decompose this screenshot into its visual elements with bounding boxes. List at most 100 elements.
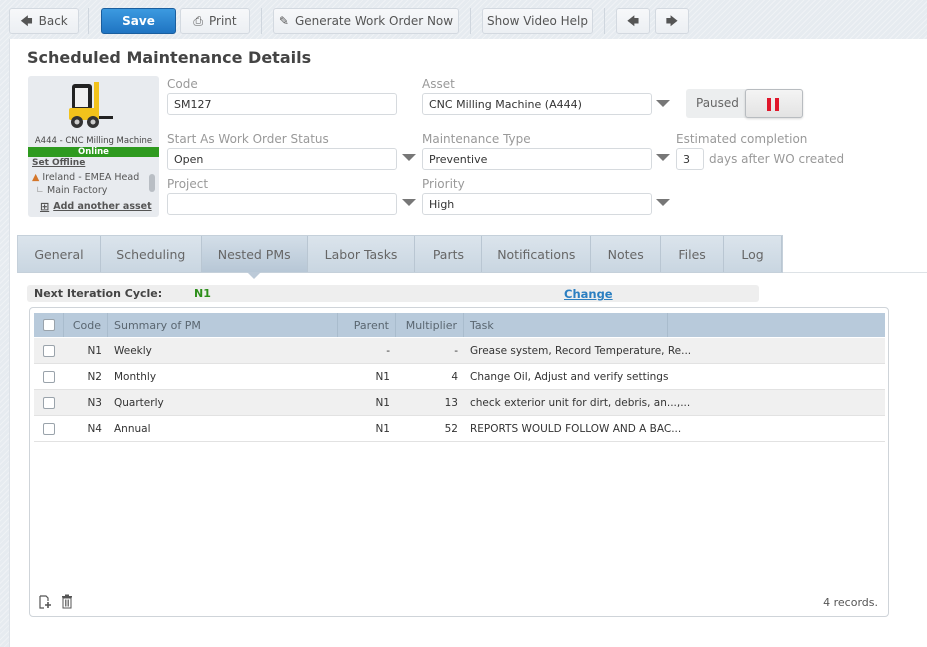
column-header-summary[interactable]: Summary of PM: [108, 313, 338, 337]
asset-location: ▲ Ireland - EMEA Head: [32, 172, 140, 183]
column-header-code[interactable]: Code: [64, 313, 108, 337]
pause-button[interactable]: [745, 89, 803, 118]
tree-branch-icon: ∟: [36, 185, 44, 196]
toolbar-divider: [88, 8, 89, 34]
start-status-label: Start As Work Order Status: [167, 132, 329, 146]
column-header-multiplier[interactable]: Multiplier: [396, 313, 464, 337]
generate-work-order-button[interactable]: ✎ Generate Work Order Now: [273, 8, 459, 34]
cell-code: N2: [87, 370, 102, 383]
table-row[interactable]: N1 Weekly - - Grease system, Record Temp…: [34, 338, 885, 364]
table-row[interactable]: N3 Quarterly N1 13 check exterior unit f…: [34, 390, 885, 416]
page-title: Scheduled Maintenance Details: [27, 48, 312, 67]
priority-label: Priority: [422, 177, 465, 191]
save-button[interactable]: Save: [101, 8, 176, 34]
next-iteration-value: N1: [194, 287, 211, 300]
cell-code: N1: [87, 344, 102, 357]
estimated-days-input[interactable]: 3: [676, 148, 704, 170]
add-row-icon[interactable]: [38, 595, 52, 609]
table-row[interactable]: N4 Annual N1 52 REPORTS WOULD FOLLOW AND…: [34, 416, 885, 442]
start-status-select[interactable]: Open: [167, 148, 397, 170]
cell-parent: -: [386, 344, 390, 357]
project-select[interactable]: [167, 193, 397, 215]
main-panel: Scheduled Maintenance Details A444 - CNC…: [9, 39, 927, 647]
start-status-dropdown-icon[interactable]: [402, 154, 416, 161]
next-iteration-bar: Next Iteration Cycle: N1 Change: [27, 285, 759, 302]
maintenance-type-dropdown-icon[interactable]: [656, 154, 670, 161]
cell-task: REPORTS WOULD FOLLOW AND A BAC...: [470, 422, 682, 435]
cell-task: Change Oil, Adjust and verify settings: [470, 370, 669, 383]
cell-parent: N1: [375, 422, 390, 435]
row-checkbox[interactable]: [43, 422, 55, 435]
toolbar-divider: [470, 8, 471, 34]
priority-dropdown-icon[interactable]: [656, 199, 670, 206]
tab-notes[interactable]: Notes: [591, 236, 662, 272]
cell-task: check exterior unit for dirt, debris, an…: [470, 396, 691, 409]
records-count: 4 records.: [823, 596, 878, 609]
select-all-cell: [34, 313, 64, 337]
show-video-help-button[interactable]: Show Video Help: [482, 8, 593, 34]
set-offline-link[interactable]: Set Offline: [32, 158, 85, 168]
tab-parts[interactable]: Parts: [415, 236, 483, 272]
cell-parent: N1: [375, 370, 390, 383]
select-all-checkbox[interactable]: [42, 319, 55, 331]
table-row[interactable]: N2 Monthly N1 4 Change Oil, Adjust and v…: [34, 364, 885, 390]
pause-toggle[interactable]: Paused: [686, 89, 803, 118]
add-document-icon: ⊞: [40, 200, 50, 213]
tab-bar: General Scheduling Nested PMs Labor Task…: [17, 235, 783, 279]
cell-code: N3: [87, 396, 102, 409]
delete-icon[interactable]: [61, 594, 73, 609]
column-header-parent[interactable]: Parent: [338, 313, 396, 337]
cell-task: Grease system, Record Temperature, Re...: [470, 344, 692, 357]
pause-icon: [767, 98, 771, 111]
row-checkbox[interactable]: [43, 344, 55, 357]
next-iteration-label: Next Iteration Cycle:: [34, 287, 163, 300]
priority-select[interactable]: High: [422, 193, 652, 215]
print-button[interactable]: ⎙ Print: [180, 8, 250, 34]
asset-sublocation: ∟ Main Factory: [36, 185, 108, 196]
tab-divider: [783, 272, 927, 273]
cell-summary: Weekly: [114, 344, 152, 357]
project-label: Project: [167, 177, 209, 191]
add-another-asset-link[interactable]: ⊞ Add another asset: [40, 200, 152, 213]
change-iteration-link[interactable]: Change: [564, 287, 613, 301]
asset-status-badge: Online: [28, 147, 159, 157]
location-tree-icon: ▲: [32, 172, 40, 183]
code-label: Code: [167, 77, 198, 91]
project-dropdown-icon[interactable]: [402, 199, 416, 206]
arrow-left-icon: 🡄: [626, 14, 640, 28]
tab-files[interactable]: Files: [661, 236, 725, 272]
maintenance-type-label: Maintenance Type: [422, 132, 531, 146]
grid-header: Code Summary of PM Parent Multiplier Tas…: [34, 313, 885, 337]
tab-labor-tasks[interactable]: Labor Tasks: [308, 236, 416, 272]
tab-scheduling[interactable]: Scheduling: [101, 236, 202, 272]
previous-record-button[interactable]: 🡄: [616, 8, 650, 34]
back-button[interactable]: 🡄 Back: [9, 8, 79, 34]
next-record-button[interactable]: 🡆: [655, 8, 689, 34]
arrow-left-icon: 🡄: [20, 14, 33, 28]
asset-card: A444 - CNC Milling Machine Online Set Of…: [28, 76, 159, 217]
tab-general[interactable]: General: [18, 236, 101, 272]
asset-name: A444 - CNC Milling Machine: [34, 136, 153, 146]
code-input[interactable]: SM127: [167, 93, 397, 115]
column-header-task[interactable]: Task: [464, 313, 668, 337]
tab-notifications[interactable]: Notifications: [482, 236, 592, 272]
cell-multiplier: 13: [444, 396, 458, 409]
arrow-right-icon: 🡆: [665, 14, 679, 28]
row-checkbox[interactable]: [43, 396, 55, 409]
tab-log[interactable]: Log: [724, 236, 782, 272]
paused-label: Paused: [696, 96, 739, 110]
asset-select[interactable]: CNC Milling Machine (A444): [422, 93, 652, 115]
column-header-filler: [668, 313, 885, 337]
cell-multiplier: 4: [451, 370, 458, 383]
cell-summary: Quarterly: [114, 396, 164, 409]
maintenance-type-select[interactable]: Preventive: [422, 148, 652, 170]
edit-document-icon: ✎: [278, 14, 289, 28]
cell-summary: Monthly: [114, 370, 157, 383]
asset-dropdown-icon[interactable]: [656, 100, 670, 107]
nested-pms-grid: Code Summary of PM Parent Multiplier Tas…: [29, 307, 889, 617]
row-select-cell: [34, 416, 64, 441]
location-scrollbar[interactable]: [149, 174, 155, 192]
row-select-cell: [34, 364, 64, 389]
row-checkbox[interactable]: [43, 370, 55, 383]
tab-nested-pms[interactable]: Nested PMs: [201, 236, 308, 279]
